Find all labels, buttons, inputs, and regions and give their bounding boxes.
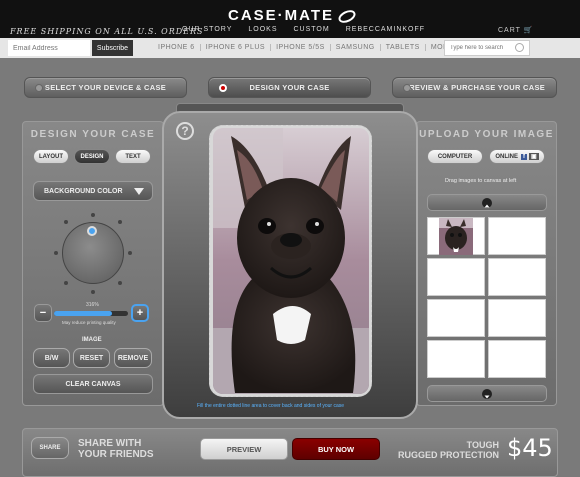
tagline-line-1: TOUGH: [466, 440, 499, 450]
device-iphone-6-plus[interactable]: IPHONE 6 PLUS: [201, 44, 272, 51]
image-slot[interactable]: [427, 299, 485, 337]
device-iphone-5[interactable]: IPHONE 5/5S: [271, 44, 331, 51]
main-nav: OUR STORY LOOKS CUSTOM REBECCAMINKOFF: [182, 26, 425, 33]
dial-tick: [128, 251, 132, 255]
zoom-slider[interactable]: [54, 311, 128, 316]
step-label: DESIGN YOUR CASE: [249, 83, 330, 92]
step-design-case[interactable]: DESIGN YOUR CASE: [208, 77, 371, 98]
share-line-1: SHARE WITH: [78, 438, 142, 449]
dial-tick: [91, 213, 95, 217]
step-label: SELECT YOUR DEVICE & CASE: [44, 83, 167, 92]
step-select-device[interactable]: SELECT YOUR DEVICE & CASE: [24, 77, 187, 98]
chevron-up-icon: [482, 198, 492, 208]
step-preview-purchase[interactable]: PREVIEW & PURCHASE YOUR CASE: [392, 77, 557, 98]
subscribe-button[interactable]: Subscribe: [92, 40, 133, 56]
help-icon[interactable]: ?: [176, 122, 194, 140]
zoom-out-button[interactable]: −: [34, 304, 52, 322]
facebook-icon: f: [521, 153, 527, 160]
dial-tick: [91, 290, 95, 294]
dog-photo[interactable]: [213, 128, 369, 394]
reset-button[interactable]: RESET: [73, 348, 110, 368]
uploaded-dog-thumbnail[interactable]: [439, 218, 473, 255]
background-color-dropdown[interactable]: BACKGROUND COLOR: [33, 181, 153, 201]
image-slot[interactable]: [488, 340, 546, 378]
step-indicator-icon: [35, 84, 43, 92]
chevron-down-icon: [482, 389, 492, 399]
device-tablets[interactable]: TABLETS: [381, 44, 426, 51]
share-button[interactable]: SHARE: [31, 437, 69, 459]
cart-link[interactable]: CART 🛒: [498, 26, 533, 34]
zoom-slider-fill: [54, 311, 112, 316]
share-line-2: YOUR FRIENDS: [78, 449, 154, 460]
search-icon[interactable]: [515, 43, 524, 52]
clear-canvas-button[interactable]: CLEAR CANVAS: [33, 374, 153, 394]
device-iphone-6[interactable]: IPHONE 6: [153, 44, 201, 51]
image-slot[interactable]: [488, 299, 546, 337]
dial-tick: [118, 220, 122, 224]
instagram-icon: ▣: [529, 153, 539, 160]
image-section-heading: IMAGE: [82, 337, 102, 343]
upload-computer-button[interactable]: COMPUTER: [427, 149, 483, 164]
scroll-up-button[interactable]: [427, 194, 547, 211]
step-indicator-icon: [403, 84, 411, 92]
logo-mark-icon: [336, 7, 358, 25]
nav-our-story[interactable]: OUR STORY: [182, 26, 232, 33]
chevron-down-icon: [134, 188, 144, 195]
image-slot[interactable]: [427, 340, 485, 378]
nav-looks[interactable]: LOOKS: [248, 26, 277, 33]
image-slot[interactable]: [427, 258, 485, 296]
dial-tick: [64, 220, 68, 224]
dial-tick: [54, 251, 58, 255]
tab-layout[interactable]: LAYOUT: [33, 149, 69, 164]
remove-button[interactable]: REMOVE: [114, 348, 152, 368]
canvas-hint: Fill the entire dotted line area to cove…: [197, 403, 345, 409]
dial-tick: [118, 281, 122, 285]
zoom-percent: 316%: [86, 302, 99, 308]
upload-online-button[interactable]: ONLINE f ▣: [489, 149, 545, 164]
tab-design[interactable]: DESIGN: [74, 149, 110, 164]
step-active-indicator-icon: [219, 84, 227, 92]
buy-now-button[interactable]: BUY NOW: [292, 438, 380, 460]
image-slot[interactable]: [488, 217, 546, 255]
tagline-line-2: RUGGED PROTECTION: [398, 450, 500, 460]
dial-tick: [64, 281, 68, 285]
upload-panel-title: UPLOAD YOUR IMAGE: [419, 129, 554, 140]
bw-button[interactable]: B/W: [33, 348, 70, 368]
drag-hint: Drag images to canvas at left: [445, 178, 517, 184]
design-panel-title: DESIGN YOUR CASE: [30, 129, 156, 140]
tab-text[interactable]: TEXT: [115, 149, 151, 164]
device-nav: IPHONE 6 IPHONE 6 PLUS IPHONE 5/5S SAMSU…: [153, 44, 459, 51]
product-tagline: TOUGH RUGGED PROTECTION: [398, 440, 499, 460]
cart-icon: 🛒: [523, 27, 534, 34]
zoom-in-button[interactable]: +: [131, 304, 149, 322]
share-heading: SHARE WITH YOUR FRIENDS: [78, 438, 154, 460]
step-label: PREVIEW & PURCHASE YOUR CASE: [403, 83, 546, 92]
email-input[interactable]: [8, 40, 90, 56]
preview-button[interactable]: PREVIEW: [200, 438, 288, 460]
nav-custom[interactable]: CUSTOM: [294, 26, 330, 33]
price: $45: [507, 434, 553, 462]
online-label: ONLINE: [495, 153, 518, 160]
nav-rebecca-minkoff[interactable]: REBECCAMINKOFF: [346, 26, 425, 33]
zoom-warning: May reduce printing quality: [62, 320, 116, 325]
rotation-handle[interactable]: [87, 226, 97, 236]
brand-logo[interactable]: CASE·MATE: [228, 7, 358, 25]
device-samsung[interactable]: SAMSUNG: [331, 44, 381, 51]
scroll-down-button[interactable]: [427, 385, 547, 402]
shipping-banner: FREE SHIPPING ON ALL U.S. ORDERS: [10, 27, 204, 36]
dropdown-label: BACKGROUND COLOR: [44, 187, 123, 195]
image-slot[interactable]: [488, 258, 546, 296]
